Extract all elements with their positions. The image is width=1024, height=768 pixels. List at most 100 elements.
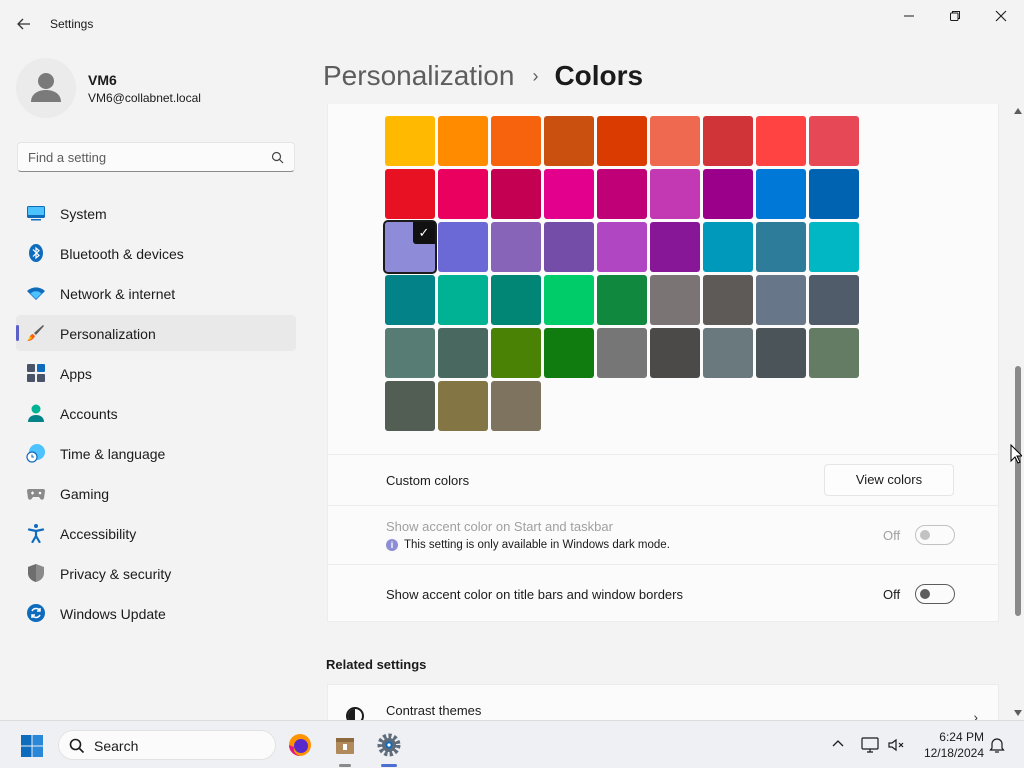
accent-color-swatch[interactable] [438, 116, 488, 166]
sidebar-item-accounts[interactable]: Accounts [16, 395, 296, 431]
sidebar-item-gaming[interactable]: Gaming [16, 475, 296, 511]
accent-color-swatch[interactable] [650, 169, 700, 219]
accent-color-swatch[interactable] [809, 222, 859, 272]
restore-button[interactable] [932, 0, 978, 32]
info-icon: i [386, 539, 398, 551]
accent-color-swatch[interactable] [491, 169, 541, 219]
accent-color-swatch[interactable] [703, 328, 753, 378]
custom-colors-row: Custom colors View colors [327, 454, 999, 506]
volume-muted-icon[interactable] [886, 735, 906, 755]
firefox-icon [289, 734, 311, 756]
sidebar-item-accessibility[interactable]: Accessibility [16, 515, 296, 551]
accounts-icon [28, 404, 44, 422]
accent-color-swatch[interactable] [597, 275, 647, 325]
scrollbar[interactable] [1012, 104, 1024, 720]
accent-color-swatch[interactable] [809, 275, 859, 325]
user-profile[interactable]: VM6 VM6@collabnet.local [16, 58, 296, 118]
accent-color-swatch[interactable] [650, 328, 700, 378]
view-colors-button[interactable]: View colors [824, 464, 954, 496]
scroll-down-arrow[interactable] [1014, 710, 1022, 716]
sidebar-item-windows-update[interactable]: Windows Update [16, 595, 296, 631]
notification-bell-icon[interactable] [988, 736, 1006, 754]
accent-color-swatch[interactable] [385, 275, 435, 325]
back-arrow-icon [17, 18, 30, 30]
scroll-thumb[interactable] [1015, 366, 1021, 616]
accent-color-swatch[interactable] [491, 381, 541, 431]
settings-app[interactable] [374, 730, 404, 767]
related-settings-heading: Related settings [326, 657, 427, 672]
package-app[interactable] [330, 730, 360, 767]
accent-color-swatch[interactable] [756, 275, 806, 325]
accent-color-swatch[interactable] [491, 222, 541, 272]
accent-title-bars-toggle[interactable] [915, 584, 955, 604]
clock[interactable]: 6:24 PM 12/18/2024 [914, 729, 984, 761]
chevron-up-icon[interactable] [832, 738, 844, 750]
accent-color-swatch[interactable] [809, 328, 859, 378]
contrast-themes-link[interactable]: Contrast themes › [327, 684, 999, 724]
accent-color-swatch[interactable] [385, 169, 435, 219]
accent-color-swatch[interactable] [809, 169, 859, 219]
accent-color-swatch[interactable] [438, 328, 488, 378]
sidebar-item-personalization[interactable]: Personalization [16, 315, 296, 351]
accent-color-swatch[interactable] [544, 275, 594, 325]
taskbar: Search 6:24 PM 12/18/2024 [0, 720, 1024, 768]
apps-icon [27, 364, 45, 382]
accent-color-swatch[interactable] [438, 169, 488, 219]
accent-color-swatch[interactable] [597, 116, 647, 166]
accent-color-swatch[interactable] [703, 116, 753, 166]
accent-color-swatch[interactable] [703, 275, 753, 325]
accent-color-swatch[interactable]: ✓ [383, 220, 437, 274]
firefox-app[interactable] [285, 730, 315, 760]
accent-color-swatch[interactable] [438, 381, 488, 431]
accent-color-swatch[interactable] [597, 222, 647, 272]
accent-color-swatch[interactable] [491, 328, 541, 378]
sidebar-item-system[interactable]: System [16, 195, 296, 231]
accent-color-swatch[interactable] [650, 116, 700, 166]
search-input[interactable]: Find a setting [17, 142, 295, 172]
accent-start-taskbar-toggle[interactable] [915, 525, 955, 545]
sidebar-item-privacy[interactable]: Privacy & security [16, 555, 296, 591]
sidebar-item-bluetooth[interactable]: Bluetooth & devices [16, 235, 296, 271]
accent-color-swatch[interactable] [756, 116, 806, 166]
accent-color-swatch[interactable] [650, 275, 700, 325]
accent-color-swatch[interactable] [385, 381, 435, 431]
avatar [16, 58, 76, 118]
accent-color-swatch[interactable] [438, 275, 488, 325]
accent-color-swatch[interactable] [703, 222, 753, 272]
clock-date: 12/18/2024 [923, 746, 984, 760]
sidebar-item-apps[interactable]: Apps [16, 355, 296, 391]
accent-color-swatch[interactable] [385, 116, 435, 166]
taskbar-search[interactable]: Search [58, 730, 276, 760]
accent-color-swatch[interactable] [491, 116, 541, 166]
accent-color-swatch[interactable] [544, 116, 594, 166]
accent-color-swatch[interactable] [544, 169, 594, 219]
back-button[interactable] [12, 12, 36, 36]
accent-color-swatch[interactable] [491, 275, 541, 325]
accent-color-swatch[interactable] [597, 169, 647, 219]
breadcrumb-parent[interactable]: Personalization [323, 60, 514, 92]
accent-color-swatch[interactable] [756, 222, 806, 272]
accent-color-swatch[interactable] [703, 169, 753, 219]
search-icon [69, 738, 85, 754]
scroll-up-arrow[interactable] [1014, 108, 1022, 114]
sidebar-item-label: Windows Update [60, 606, 166, 622]
minimize-button[interactable] [886, 0, 932, 32]
accent-color-swatch[interactable] [809, 116, 859, 166]
sidebar-item-label: Gaming [60, 486, 110, 502]
close-button[interactable] [978, 0, 1024, 32]
accent-color-swatch[interactable] [544, 222, 594, 272]
start-button[interactable] [20, 734, 44, 758]
user-email: VM6@collabnet.local [88, 91, 201, 105]
app-title: Settings [50, 17, 94, 31]
accent-color-swatch[interactable] [756, 328, 806, 378]
accent-color-swatch[interactable] [438, 222, 488, 272]
accent-color-swatch[interactable] [544, 328, 594, 378]
sidebar-item-network[interactable]: Network & internet [16, 275, 296, 311]
accent-color-swatch[interactable] [756, 169, 806, 219]
accent-color-swatch[interactable] [597, 328, 647, 378]
accent-color-swatch[interactable] [650, 222, 700, 272]
network-status-icon[interactable] [860, 735, 880, 755]
sidebar-item-time-language[interactable]: Time & language [16, 435, 296, 471]
accent-color-swatch[interactable] [385, 328, 435, 378]
dark-mode-note: i This setting is only available in Wind… [386, 539, 670, 551]
